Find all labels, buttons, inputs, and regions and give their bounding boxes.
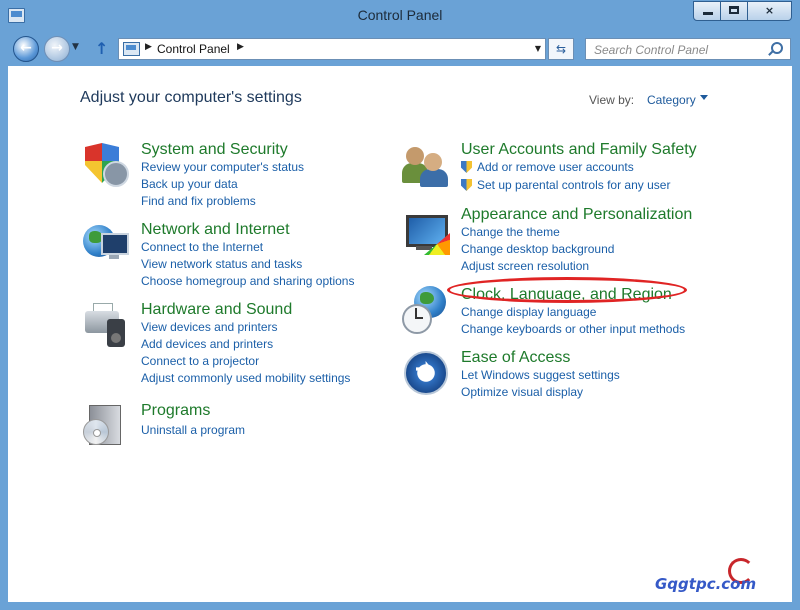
address-bar[interactable]: ▶ Control Panel ▶ ▼ (118, 38, 546, 60)
category-title[interactable]: Hardware and Sound (141, 300, 350, 319)
view-by-dropdown[interactable]: Category (647, 93, 696, 107)
search-placeholder: Search Control Panel (594, 43, 709, 57)
category-title[interactable]: Ease of Access (461, 348, 620, 367)
link[interactable]: View devices and printers (141, 319, 350, 336)
category-clock-language-region: Clock, Language, and Region Change displ… (461, 285, 685, 338)
link[interactable]: Optimize visual display (461, 384, 620, 401)
category-title[interactable]: Clock, Language, and Region (461, 285, 685, 304)
link[interactable]: Add devices and printers (141, 336, 350, 353)
chevron-down-icon[interactable] (700, 95, 708, 100)
maximize-button[interactable] (720, 1, 748, 21)
category-system-security: System and Security Review your computer… (141, 140, 304, 210)
uac-shield-icon (461, 161, 472, 173)
refresh-button[interactable]: ⇆ (548, 38, 574, 60)
link[interactable]: Let Windows suggest settings (461, 367, 620, 384)
view-by-label: View by: (589, 93, 635, 107)
link[interactable]: Change display language (461, 304, 685, 321)
window-frame: Control Panel × ← → ▼ ↑ ▶ Control Panel … (0, 0, 800, 610)
link-label: Add or remove user accounts (477, 160, 634, 174)
link[interactable]: Change desktop background (461, 241, 692, 258)
address-dropdown-icon[interactable]: ▼ (535, 44, 541, 53)
main-content: Adjust your computer's settings View by:… (8, 66, 792, 602)
link[interactable]: Adjust commonly used mobility settings (141, 370, 350, 387)
category-programs: Programs Uninstall a program (141, 401, 245, 439)
minimize-icon (703, 12, 713, 15)
programs-disc-icon[interactable] (81, 399, 129, 447)
category-title[interactable]: User Accounts and Family Safety (461, 140, 697, 159)
link[interactable]: Set up parental controls for any user (461, 177, 697, 194)
category-network-internet: Network and Internet Connect to the Inte… (141, 220, 354, 290)
breadcrumb-arrow-icon[interactable]: ▶ (145, 42, 152, 52)
network-globe-icon[interactable] (81, 219, 129, 267)
link[interactable]: Change the theme (461, 224, 692, 241)
category-title[interactable]: Network and Internet (141, 220, 354, 239)
category-hardware-sound: Hardware and Sound View devices and prin… (141, 300, 350, 387)
back-arrow-icon: ← (20, 40, 32, 56)
minimize-button[interactable] (693, 1, 721, 21)
close-icon: × (764, 4, 775, 17)
link[interactable]: Review your computer's status (141, 159, 304, 176)
category-appearance: Appearance and Personalization Change th… (461, 205, 692, 275)
link[interactable]: Choose homegroup and sharing options (141, 273, 354, 290)
link[interactable]: Uninstall a program (141, 422, 245, 439)
link[interactable]: Connect to the Internet (141, 239, 354, 256)
breadcrumb-control-panel[interactable]: Control Panel (157, 42, 230, 56)
category-title[interactable]: Programs (141, 401, 245, 420)
category-user-accounts: User Accounts and Family Safety Add or r… (461, 140, 697, 194)
link[interactable]: Connect to a projector (141, 353, 350, 370)
search-icon[interactable] (771, 42, 783, 54)
link-label: Set up parental controls for any user (477, 178, 671, 192)
users-icon[interactable] (402, 139, 450, 187)
clock-globe-icon[interactable] (402, 286, 450, 334)
monitor-palette-icon[interactable] (402, 211, 450, 259)
category-title[interactable]: System and Security (141, 140, 304, 159)
page-heading: Adjust your computer's settings (80, 89, 302, 106)
breadcrumb-arrow-icon[interactable]: ▶ (237, 42, 244, 52)
up-arrow-icon[interactable]: ↑ (95, 39, 108, 58)
search-input[interactable]: Search Control Panel (585, 38, 791, 60)
control-panel-icon (123, 42, 140, 56)
link[interactable]: Add or remove user accounts (461, 159, 697, 176)
recent-pages-dropdown[interactable]: ▼ (72, 42, 79, 52)
title-bar: Control Panel × (0, 0, 800, 32)
back-button[interactable]: ← (13, 36, 39, 62)
ease-of-access-icon[interactable] (402, 349, 450, 397)
link[interactable]: View network status and tasks (141, 256, 354, 273)
watermark-text: Gqgtpc.com (655, 575, 757, 593)
link[interactable]: Back up your data (141, 176, 304, 193)
forward-arrow-icon: → (51, 40, 63, 56)
category-title[interactable]: Appearance and Personalization (461, 205, 692, 224)
link[interactable]: Find and fix problems (141, 193, 304, 210)
link[interactable]: Adjust screen resolution (461, 258, 692, 275)
link[interactable]: Change keyboards or other input methods (461, 321, 685, 338)
forward-button[interactable]: → (44, 36, 70, 62)
category-ease-of-access: Ease of Access Let Windows suggest setti… (461, 348, 620, 401)
uac-shield-icon (461, 179, 472, 191)
close-button[interactable]: × (747, 1, 792, 21)
printer-speaker-icon[interactable] (81, 299, 129, 347)
maximize-icon (729, 6, 739, 14)
security-shield-icon[interactable] (81, 139, 129, 187)
navigation-bar: ← → ▼ ↑ ▶ Control Panel ▶ ▼ ⇆ Search Con… (0, 32, 800, 66)
window-title: Control Panel (357, 7, 443, 23)
